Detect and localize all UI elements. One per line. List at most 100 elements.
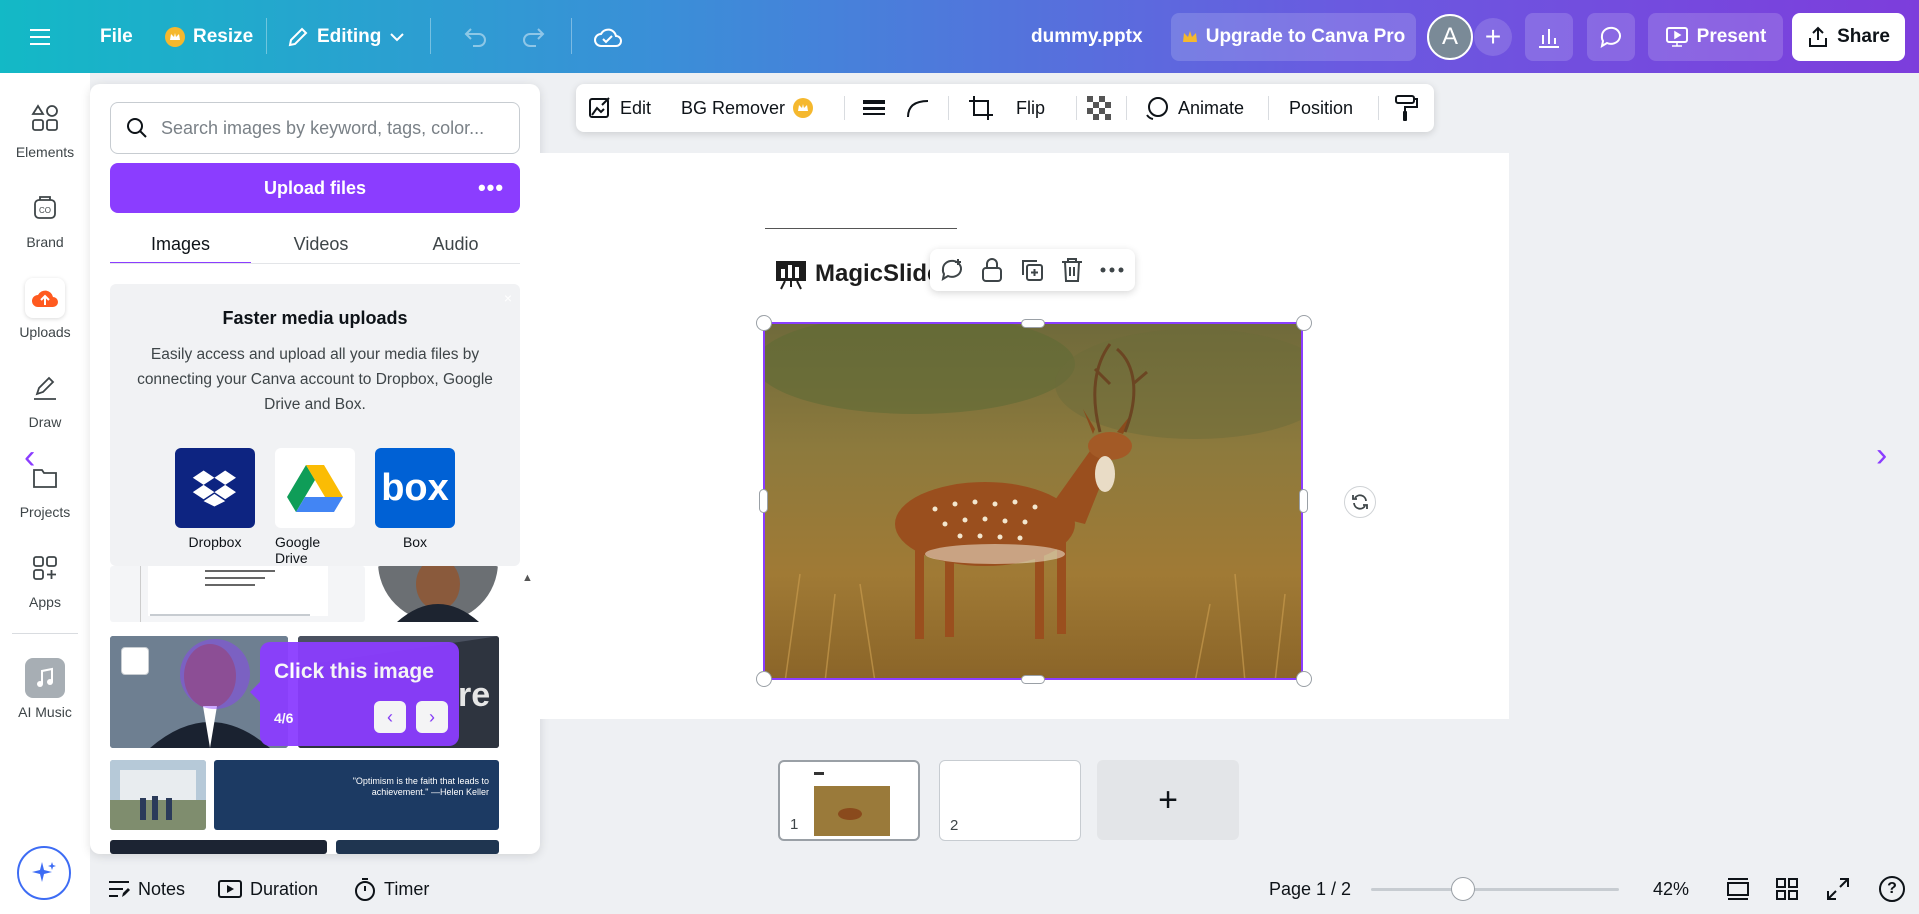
more-options-button[interactable]: ••• — [476, 173, 506, 203]
invite-button[interactable]: + — [1474, 18, 1512, 56]
resize-handle-bottom-right[interactable] — [1296, 671, 1312, 687]
border-style-button[interactable] — [862, 84, 886, 132]
share-button[interactable]: Share — [1792, 13, 1905, 61]
add-page-button[interactable]: + — [1097, 760, 1239, 840]
deer-photo[interactable] — [763, 322, 1303, 680]
draw-icon — [25, 368, 65, 408]
page-indicator[interactable]: Page 1 / 2 — [1269, 874, 1351, 904]
decorative-line[interactable] — [765, 228, 957, 229]
uploaded-image-dark[interactable] — [110, 840, 327, 854]
uploaded-image-portrait[interactable] — [377, 566, 499, 622]
insights-button[interactable] — [1525, 13, 1573, 61]
google-drive-icon — [275, 448, 355, 528]
tab-images[interactable]: Images — [110, 224, 251, 264]
left-rail: Elements CO Brand Uploads Draw Projects … — [0, 73, 90, 914]
help-button[interactable]: ? — [1879, 874, 1905, 904]
lock-button[interactable] — [972, 249, 1012, 291]
tooltip-next-button[interactable]: › — [416, 701, 448, 733]
comments-button[interactable] — [1587, 13, 1635, 61]
transparency-button[interactable] — [1086, 84, 1112, 132]
upload-files-button[interactable]: Upload files ••• — [110, 163, 520, 213]
present-button[interactable]: Present — [1648, 13, 1783, 61]
search-box[interactable] — [110, 102, 520, 154]
more-button[interactable] — [1092, 249, 1132, 291]
close-icon[interactable]: × — [504, 290, 512, 306]
dropbox-connect[interactable]: Dropbox — [175, 448, 255, 550]
tab-videos[interactable]: Videos — [251, 224, 391, 264]
redo-button[interactable] — [520, 0, 546, 73]
edit-image-button[interactable]: Edit — [588, 84, 651, 132]
uploaded-image-campus[interactable] — [110, 760, 206, 830]
resize-handle-top[interactable] — [1021, 319, 1045, 328]
rail-item-uploads[interactable]: Uploads — [0, 278, 90, 340]
tab-audio[interactable]: Audio — [391, 224, 520, 264]
delete-button[interactable] — [1052, 249, 1092, 291]
page-thumbnail-2[interactable]: 2 — [939, 760, 1081, 841]
menu-button[interactable] — [30, 0, 52, 73]
rail-item-brand[interactable]: CO Brand — [0, 188, 90, 250]
zoom-slider-thumb[interactable] — [1450, 877, 1475, 901]
animate-label: Animate — [1178, 97, 1245, 118]
presentation-logo-icon — [775, 258, 807, 290]
rail-label: Uploads — [19, 324, 71, 340]
pencil-icon — [287, 26, 309, 48]
search-input[interactable] — [161, 117, 501, 139]
duration-button[interactable]: Duration — [218, 874, 318, 904]
copy-style-button[interactable] — [1394, 84, 1418, 132]
comment-add-button[interactable] — [932, 249, 972, 291]
comment-icon — [1599, 26, 1623, 48]
corner-rounding-button[interactable] — [906, 84, 930, 132]
next-page-arrow[interactable]: › — [1876, 436, 1887, 475]
undo-button[interactable] — [463, 0, 489, 73]
fullscreen-button[interactable] — [1827, 874, 1849, 904]
crop-button[interactable] — [968, 84, 994, 132]
resize-handle-bottom-left[interactable] — [756, 671, 772, 687]
select-checkbox[interactable] — [121, 647, 149, 675]
document-title[interactable]: dummy.pptx — [1031, 0, 1143, 73]
zoom-slider-track[interactable] — [1371, 888, 1619, 891]
prev-page-arrow[interactable]: ‹ — [24, 438, 35, 477]
magic-assistant-button[interactable] — [17, 846, 71, 900]
upgrade-button[interactable]: Upgrade to Canva Pro — [1171, 13, 1416, 61]
resize-handle-top-right[interactable] — [1296, 315, 1312, 331]
rail-item-elements[interactable]: Elements — [0, 98, 90, 160]
flip-button[interactable]: Flip — [1016, 84, 1045, 132]
tooltip-prev-button[interactable]: ‹ — [374, 701, 406, 733]
uploaded-image-slide[interactable] — [110, 566, 365, 622]
google-drive-connect[interactable]: Google Drive — [275, 448, 355, 566]
grid-view-button[interactable] — [1776, 874, 1798, 904]
timer-button[interactable]: Timer — [354, 874, 429, 904]
uploaded-image-blue[interactable] — [336, 840, 499, 854]
resize-handle-bottom[interactable] — [1021, 675, 1045, 684]
plus-icon: + — [1158, 780, 1178, 819]
bg-remover-button[interactable]: BG Remover — [681, 84, 814, 132]
box-connect[interactable]: box Box — [375, 448, 455, 550]
zoom-level[interactable]: 42% — [1653, 874, 1689, 904]
position-button[interactable]: Position — [1289, 84, 1353, 132]
duplicate-button[interactable] — [1012, 249, 1052, 291]
tooltip-title: Click this image — [274, 660, 434, 683]
resize-button[interactable]: Resize — [165, 0, 253, 73]
rail-item-draw[interactable]: Draw — [0, 368, 90, 430]
page-view-button[interactable] — [1726, 874, 1750, 904]
uploaded-image-quote[interactable]: "Optimism is the faith that leads to ach… — [214, 760, 499, 830]
animate-button[interactable]: Animate — [1144, 84, 1244, 132]
page-thumbnail-1[interactable]: 1 — [778, 760, 920, 841]
comment-add-icon — [939, 257, 965, 283]
avatar[interactable]: A — [1427, 14, 1473, 60]
editing-mode-button[interactable]: Editing — [287, 0, 405, 73]
undo-icon — [463, 27, 489, 47]
scroll-up-arrow[interactable]: ▲ — [522, 572, 533, 584]
cloud-save-status[interactable] — [593, 0, 623, 73]
notes-button[interactable]: Notes — [108, 874, 185, 904]
file-menu[interactable]: File — [100, 0, 133, 73]
rotate-handle[interactable] — [1344, 486, 1376, 518]
rail-item-ai-music[interactable]: AI Music — [0, 658, 90, 720]
rail-item-projects[interactable]: Projects — [0, 458, 90, 520]
rail-item-apps[interactable]: Apps — [0, 548, 90, 610]
resize-handle-left[interactable] — [759, 489, 768, 513]
magicslide-logo[interactable]: MagicSlide — [775, 258, 940, 290]
resize-handle-top-left[interactable] — [756, 315, 772, 331]
resize-handle-right[interactable] — [1299, 489, 1308, 513]
uploads-icon — [25, 278, 65, 318]
